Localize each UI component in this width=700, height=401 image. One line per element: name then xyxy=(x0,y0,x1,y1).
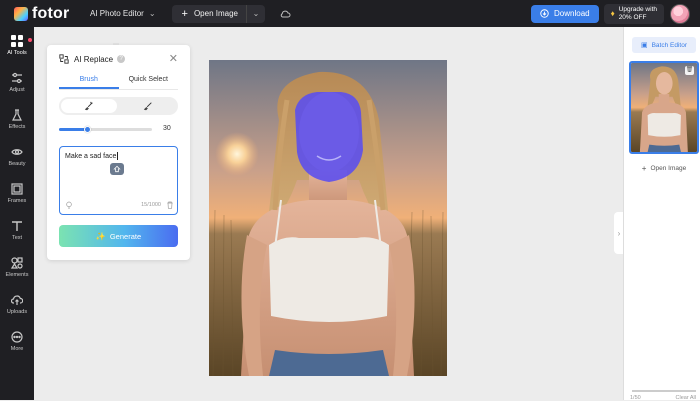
eye-icon xyxy=(11,149,23,155)
drag-handle[interactable]: ⋯ xyxy=(113,41,120,48)
upgrade-button[interactable]: ♦ Upgrade with 20% OFF xyxy=(603,3,664,24)
crown-icon: ♦ xyxy=(610,8,615,18)
sidebar-item-ai-tools[interactable]: AI Tools xyxy=(0,35,34,56)
left-sidebar: AI Tools Adjust Effects Beauty Frames Te… xyxy=(0,27,34,400)
user-avatar[interactable] xyxy=(670,3,690,24)
download-label: Download xyxy=(554,9,590,18)
open-image-label: Open Image xyxy=(193,9,238,18)
sidebar-item-beauty[interactable]: Beauty xyxy=(0,146,34,167)
sidebar-item-adjust[interactable]: Adjust xyxy=(0,72,34,93)
brush-icon xyxy=(84,101,93,111)
fotor-logo-mark xyxy=(14,6,28,21)
plus-icon: + xyxy=(181,7,188,20)
fotor-logo[interactable]: fotor xyxy=(14,5,84,23)
open-image-dropdown[interactable]: ⌄ xyxy=(247,9,265,18)
batch-editor-label: Batch Editor xyxy=(651,41,688,49)
plus-icon: + xyxy=(641,163,647,173)
sidebar-label: More xyxy=(10,346,24,352)
prompt-value: Make a sad face xyxy=(65,152,117,160)
pointer-icon xyxy=(113,165,121,173)
sidebar-item-effects[interactable]: Effects xyxy=(0,109,34,130)
batch-editor-button[interactable]: ▣ Batch Editor xyxy=(632,37,696,53)
sidebar-item-frames[interactable]: Frames xyxy=(0,183,34,204)
thumbnail-image xyxy=(631,63,697,152)
logo-text: fotor xyxy=(32,4,70,22)
sidebar-label: Effects xyxy=(8,124,26,130)
frame-icon xyxy=(11,183,23,195)
sidebar-item-more[interactable]: More xyxy=(0,331,34,352)
brush-erase-button[interactable] xyxy=(120,99,176,113)
upgrade-line2: 20% OFF xyxy=(618,13,647,21)
layers-icon: ▣ xyxy=(640,42,648,49)
magic-wand-icon: ✨ xyxy=(95,231,106,241)
right-panel-divider xyxy=(632,390,696,392)
brush-paint-button[interactable] xyxy=(61,99,117,113)
trash-icon[interactable] xyxy=(166,201,174,209)
lightbulb-icon[interactable] xyxy=(65,201,73,209)
download-icon xyxy=(540,9,549,18)
right-open-image-label: Open Image xyxy=(650,164,687,172)
slider-handle[interactable] xyxy=(84,126,92,133)
sidebar-label: Beauty xyxy=(8,161,26,167)
text-caret xyxy=(117,152,119,160)
grid-icon xyxy=(11,35,23,47)
top-bar: fotor AI Photo Editor ⌄ + Open Image ⌄ D… xyxy=(0,0,700,27)
cloud-icon[interactable] xyxy=(279,8,291,20)
cursor-indicator-icon xyxy=(110,163,124,175)
brush-mode-toggle xyxy=(59,97,178,115)
delete-thumbnail-icon[interactable]: 🗑 xyxy=(685,66,694,75)
prompt-text: Make a sad face xyxy=(65,152,119,160)
sidebar-label: Elements xyxy=(5,272,29,278)
prompt-footer: 15/1000 xyxy=(65,201,174,209)
eraser-brush-icon xyxy=(143,102,152,111)
sidebar-item-uploads[interactable]: Uploads xyxy=(0,294,34,315)
right-panel-footer: 1/50 Clear All xyxy=(630,395,696,401)
tab-quick-select[interactable]: Quick Select xyxy=(119,76,179,89)
notification-dot xyxy=(28,38,32,42)
sidebar-label: Text xyxy=(11,235,23,241)
panel-tabs: Brush Quick Select xyxy=(59,76,178,90)
generate-button[interactable]: ✨ Generate xyxy=(59,225,178,247)
prompt-textarea[interactable]: Make a sad face 15/1000 xyxy=(59,146,178,215)
tab-brush[interactable]: Brush xyxy=(59,76,119,89)
panel-title: AI Replace xyxy=(74,54,114,64)
character-count: 15/1000 xyxy=(141,202,161,208)
ai-replace-icon xyxy=(59,54,69,64)
chevron-down-icon: ⌄ xyxy=(148,9,156,18)
flask-icon xyxy=(12,109,22,121)
sidebar-item-elements[interactable]: Elements xyxy=(0,257,34,278)
text-icon xyxy=(12,221,22,231)
sidebar-item-text[interactable]: Text xyxy=(0,220,34,241)
help-icon[interactable]: ? xyxy=(117,55,126,63)
editor-mode-dropdown[interactable]: AI Photo Editor ⌄ xyxy=(90,9,156,18)
open-image-group: + Open Image ⌄ xyxy=(171,4,265,23)
brush-size-slider[interactable] xyxy=(59,126,152,133)
upgrade-text: Upgrade with 20% OFF xyxy=(619,6,657,22)
cloud-upload-icon xyxy=(11,295,23,305)
panel-header: AI Replace ? xyxy=(59,54,126,64)
sliders-icon xyxy=(12,72,22,84)
generate-label: Generate xyxy=(109,231,142,241)
ai-replace-panel: ⋯ AI Replace ? ✕ Brush Quick Select 30 M… xyxy=(47,42,190,260)
sidebar-label: AI Tools xyxy=(7,50,27,56)
open-image-button[interactable]: + Open Image xyxy=(172,4,247,23)
shapes-icon xyxy=(11,257,23,269)
editor-mode-label: AI Photo Editor xyxy=(90,9,144,18)
brush-size-value: 30 xyxy=(163,125,171,132)
sidebar-label: Frames xyxy=(7,198,27,204)
photo-image xyxy=(209,60,447,376)
more-icon xyxy=(11,331,23,343)
image-thumbnail[interactable]: 🗑 xyxy=(629,61,699,154)
sidebar-label: Adjust xyxy=(9,87,25,93)
right-panel: ▣ Batch Editor 🗑 + Open Image 1/50 Clear… xyxy=(623,27,700,401)
sidebar-label: Uploads xyxy=(6,309,28,315)
download-button[interactable]: Download xyxy=(531,4,599,23)
chevron-right-icon: › xyxy=(617,228,621,238)
clear-all-button[interactable]: Clear All xyxy=(676,395,696,401)
close-icon[interactable]: ✕ xyxy=(169,52,178,65)
edited-photo[interactable] xyxy=(209,60,447,376)
upgrade-line1: Upgrade with xyxy=(618,5,657,13)
image-count: 1/50 xyxy=(630,395,641,401)
right-open-image-button[interactable]: + Open Image xyxy=(632,162,696,174)
